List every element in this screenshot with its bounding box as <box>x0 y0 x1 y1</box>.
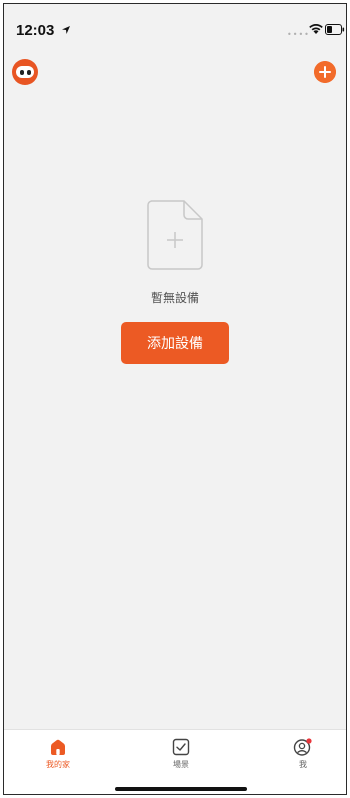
empty-document-plus-icon <box>147 200 203 270</box>
wifi-icon <box>309 24 323 34</box>
tab-bar: 我的家 場景 我 <box>4 729 346 794</box>
signal-icon: •••• <box>287 30 310 39</box>
tab-label: 我的家 <box>46 760 70 769</box>
tab-label: 場景 <box>173 760 189 769</box>
notification-badge <box>306 738 312 744</box>
tab-my-home[interactable]: 我的家 <box>28 738 88 770</box>
add-device-button[interactable]: 添加設備 <box>121 322 229 364</box>
home-icon <box>51 739 65 755</box>
robot-avatar-icon[interactable] <box>12 59 38 85</box>
scene-checkbox-icon <box>172 738 190 756</box>
tab-scenes[interactable]: 場景 <box>151 738 211 770</box>
status-bar: 12:03 •••• <box>4 4 346 54</box>
tab-label: 我 <box>299 760 307 769</box>
home-indicator[interactable] <box>115 787 247 791</box>
empty-message: 暫無設備 <box>150 291 199 305</box>
status-time: 12:03 <box>16 22 55 39</box>
profile-icon <box>293 738 312 756</box>
app-screen: 12:03 •••• 暫無設備 添加設備 我的家 場景 我 <box>3 3 347 795</box>
location-arrow-icon <box>62 26 70 34</box>
tab-me[interactable]: 我 <box>273 738 333 770</box>
battery-icon <box>325 24 345 35</box>
add-device-plus-icon[interactable] <box>314 61 336 83</box>
empty-state: 暫無設備 添加設備 <box>4 199 346 364</box>
